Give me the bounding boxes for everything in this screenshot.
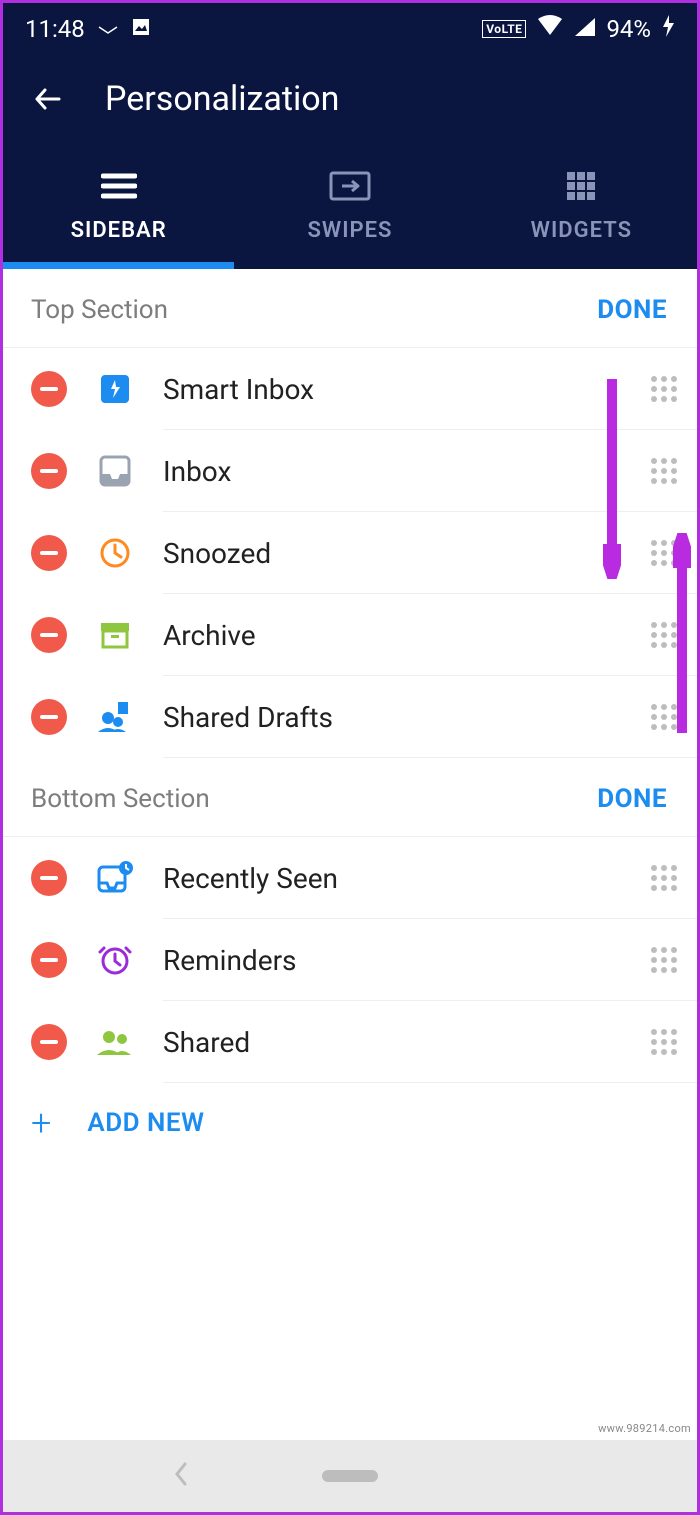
watermark: www.989214.com xyxy=(598,1422,691,1435)
drag-handle[interactable] xyxy=(651,622,679,648)
remove-button[interactable] xyxy=(31,1024,67,1060)
item-label: Archive xyxy=(163,619,651,652)
hamburger-icon xyxy=(101,170,137,202)
drag-handle[interactable] xyxy=(651,947,679,973)
remove-button[interactable] xyxy=(31,860,67,896)
item-label: Shared Drafts xyxy=(163,701,651,734)
content: Top Section DONE Smart Inbox Inbox xyxy=(3,269,697,1440)
smart-inbox-icon xyxy=(95,372,135,406)
screenshot-icon xyxy=(131,15,151,43)
list-item: Snoozed xyxy=(3,512,697,594)
item-label: Recently Seen xyxy=(163,862,651,895)
section-title-bottom: Bottom Section xyxy=(31,784,210,814)
drag-handle[interactable] xyxy=(651,540,679,566)
status-bar: 11:48 VoLTE 94% xyxy=(3,3,697,55)
snoozed-icon xyxy=(95,536,135,570)
shared-drafts-icon xyxy=(95,700,135,734)
item-label: Snoozed xyxy=(163,537,651,570)
drag-handle[interactable] xyxy=(651,704,679,730)
notification-icon xyxy=(97,15,119,43)
swipe-icon xyxy=(328,170,372,202)
nav-home-pill[interactable] xyxy=(322,1470,378,1482)
drag-handle[interactable] xyxy=(651,376,679,402)
tab-sidebar-label: SIDEBAR xyxy=(71,218,167,243)
item-label: Inbox xyxy=(163,455,651,488)
remove-button[interactable] xyxy=(31,617,67,653)
system-nav-bar xyxy=(3,1440,697,1512)
remove-button[interactable] xyxy=(31,453,67,489)
battery-text: 94% xyxy=(606,15,651,43)
charging-icon xyxy=(661,14,675,44)
cell-signal-icon xyxy=(574,15,596,43)
grid-icon xyxy=(565,170,597,202)
tab-swipes[interactable]: SWIPES xyxy=(234,143,465,269)
list-item: Smart Inbox xyxy=(3,348,697,430)
add-new-button[interactable]: + ADD NEW xyxy=(3,1083,697,1163)
tab-swipes-label: SWIPES xyxy=(307,218,392,243)
list-item: Reminders xyxy=(3,919,697,1001)
item-label: Smart Inbox xyxy=(163,373,651,406)
list-item: Shared Drafts xyxy=(3,676,697,758)
remove-button[interactable] xyxy=(31,699,67,735)
drag-handle[interactable] xyxy=(651,1029,679,1055)
item-label: Reminders xyxy=(163,944,651,977)
section-title-top: Top Section xyxy=(31,295,168,325)
wifi-icon xyxy=(536,15,564,43)
section-header-bottom: Bottom Section DONE xyxy=(3,758,697,837)
tab-sidebar[interactable]: SIDEBAR xyxy=(3,143,234,269)
shared-icon xyxy=(95,1027,135,1057)
list-item: Inbox xyxy=(3,430,697,512)
plus-icon: + xyxy=(31,1105,51,1141)
remove-button[interactable] xyxy=(31,942,67,978)
remove-button[interactable] xyxy=(31,535,67,571)
page-title: Personalization xyxy=(105,79,339,119)
app-bar: Personalization xyxy=(3,55,697,143)
drag-handle[interactable] xyxy=(651,865,679,891)
back-button[interactable] xyxy=(23,82,73,116)
reminders-icon xyxy=(95,942,135,978)
recently-seen-icon xyxy=(95,861,135,895)
tab-widgets-label: WIDGETS xyxy=(531,218,632,243)
add-new-label: ADD NEW xyxy=(87,1108,204,1138)
nav-back-icon[interactable] xyxy=(173,1461,189,1491)
done-button-bottom[interactable]: DONE xyxy=(597,784,667,814)
item-label: Shared xyxy=(163,1026,651,1059)
archive-icon xyxy=(95,618,135,652)
inbox-icon xyxy=(95,454,135,488)
tabs: SIDEBAR SWIPES WIDGETS xyxy=(3,143,697,269)
volte-icon: VoLTE xyxy=(482,20,526,38)
remove-button[interactable] xyxy=(31,371,67,407)
drag-handle[interactable] xyxy=(651,458,679,484)
status-time: 11:48 xyxy=(25,15,85,43)
done-button-top[interactable]: DONE xyxy=(597,295,667,325)
list-item: Recently Seen xyxy=(3,837,697,919)
tab-widgets[interactable]: WIDGETS xyxy=(466,143,697,269)
list-item: Archive xyxy=(3,594,697,676)
list-item: Shared xyxy=(3,1001,697,1083)
section-header-top: Top Section DONE xyxy=(3,269,697,348)
